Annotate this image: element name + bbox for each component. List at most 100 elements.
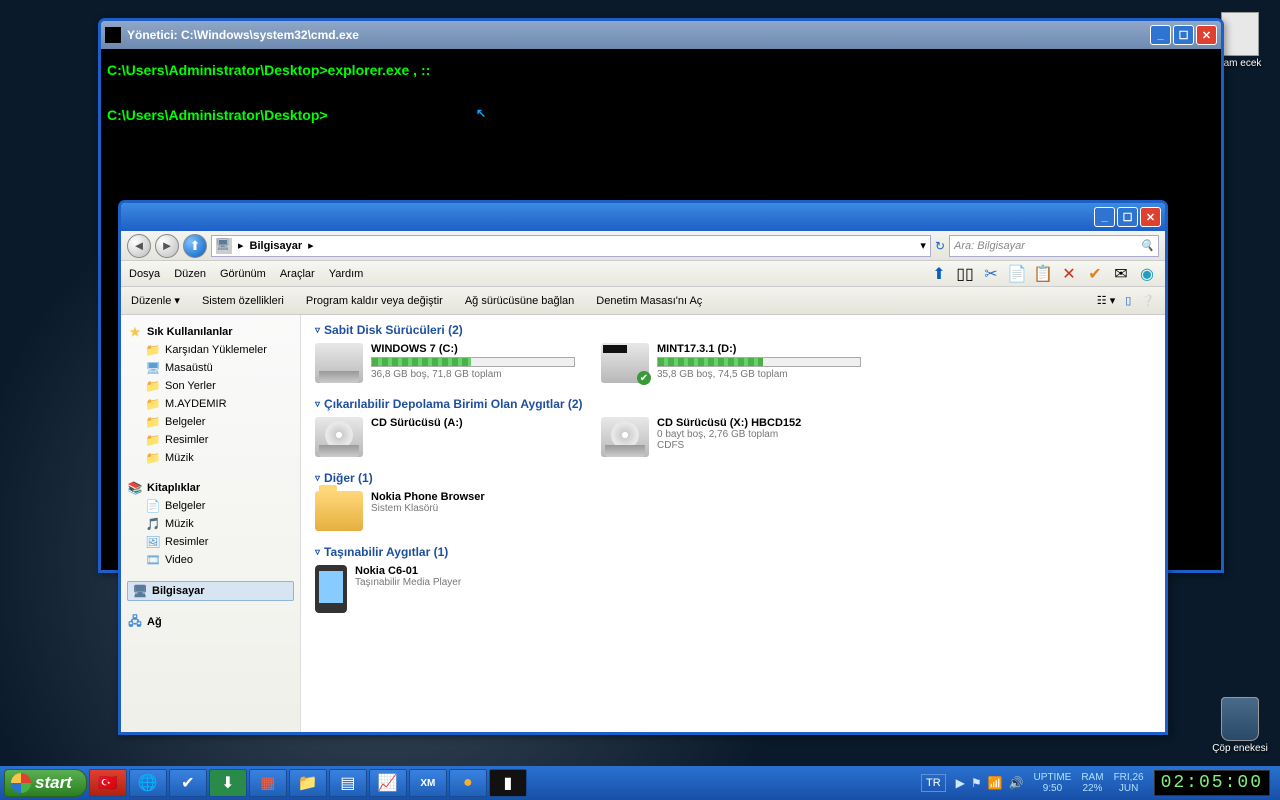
- folder-icon: 📁: [145, 397, 161, 411]
- help-button[interactable]: ❔: [1141, 294, 1155, 307]
- tray-flag-icon[interactable]: ⚑: [971, 776, 982, 790]
- date-widget: FRI,26JUN: [1114, 772, 1144, 794]
- search-placeholder: Ara: Bilgisayar: [954, 240, 1025, 252]
- close-button[interactable]: ✕: [1140, 207, 1161, 227]
- copy-icon[interactable]: 📄: [1007, 264, 1027, 284]
- check-icon[interactable]: ✔: [1085, 264, 1105, 284]
- sidebar-favorites-header[interactable]: ★Sık Kullanılanlar: [127, 323, 294, 341]
- tray-play-icon[interactable]: ▶: [956, 776, 965, 790]
- category-other-header[interactable]: Diğer (1): [315, 471, 1151, 485]
- close-button[interactable]: ✕: [1196, 25, 1217, 45]
- sidebar-item-documents[interactable]: 📁Belgeler: [127, 413, 294, 431]
- taskbar-app-2[interactable]: ✔: [169, 769, 207, 797]
- doc-icon: 📄: [145, 499, 161, 513]
- system-tray: TR ▶ ⚑ 📶 🔊 UPTIME9:50 RAM22% FRI,26JUN 0…: [921, 770, 1276, 796]
- delete-icon[interactable]: ✕: [1059, 264, 1079, 284]
- sidebar-item-pictures[interactable]: 📁Resimler: [127, 431, 294, 449]
- search-input[interactable]: Ara: Bilgisayar 🔍: [949, 235, 1159, 257]
- desktop-icon-recycle[interactable]: Çöp enekesi: [1210, 697, 1270, 754]
- drive-d[interactable]: MINT17.3.1 (D:) 35,8 GB boş, 74,5 GB top…: [601, 343, 861, 383]
- item-nokia-c6[interactable]: Nokia C6-01 Taşınabilir Media Player: [315, 565, 575, 613]
- mouse-cursor-icon: ↖: [476, 104, 486, 123]
- cut-icon[interactable]: ✂: [981, 264, 1001, 284]
- drive-a[interactable]: CD Sürücüsü (A:): [315, 417, 575, 457]
- taskbar-explorer[interactable]: 📁: [289, 769, 327, 797]
- computer-icon: 🖥: [132, 584, 148, 598]
- sidebar-lib-documents[interactable]: 📄Belgeler: [127, 497, 294, 515]
- menu-tools[interactable]: Araçlar: [280, 268, 315, 280]
- maximize-button[interactable]: ☐: [1117, 207, 1138, 227]
- refresh-button[interactable]: ↻: [935, 239, 945, 253]
- map-drive-button[interactable]: Ağ sürücüsüne bağlan: [465, 295, 574, 307]
- explorer-titlebar[interactable]: _ ☐ ✕: [121, 203, 1165, 231]
- breadcrumb-item[interactable]: Bilgisayar: [250, 240, 303, 252]
- item-name: Nokia C6-01: [355, 565, 575, 577]
- taskbar-app-6[interactable]: 📈: [369, 769, 407, 797]
- back-button[interactable]: ◄: [127, 234, 151, 258]
- minimize-button[interactable]: _: [1150, 25, 1171, 45]
- taskbar-app-1[interactable]: 🌐: [129, 769, 167, 797]
- up-icon[interactable]: ⬆: [929, 264, 949, 284]
- view-mode-button[interactable]: ☷ ▾: [1097, 294, 1115, 307]
- folder-icon: 📁: [145, 415, 161, 429]
- navigation-pane: ★Sık Kullanılanlar 📁Karşıdan Yüklemeler …: [121, 315, 301, 732]
- breadcrumb[interactable]: 🖥 ▸ Bilgisayar ▸ ▾: [211, 235, 931, 257]
- sidebar-computer[interactable]: 🖥Bilgisayar: [127, 581, 294, 601]
- sidebar-lib-videos[interactable]: 🎞Video: [127, 551, 294, 569]
- panel-icon[interactable]: ▯▯: [955, 264, 975, 284]
- shell-icon[interactable]: ◉: [1137, 264, 1157, 284]
- item-nokia-browser[interactable]: Nokia Phone Browser Sistem Klasörü: [315, 491, 575, 531]
- taskbar-app-5[interactable]: ▤: [329, 769, 367, 797]
- menu-file[interactable]: Dosya: [129, 268, 160, 280]
- uptime-widget: UPTIME9:50: [1034, 772, 1072, 794]
- control-panel-button[interactable]: Denetim Masası'nı Aç: [596, 295, 702, 307]
- windows-logo-icon: [11, 773, 31, 793]
- up-button[interactable]: ⬆: [183, 234, 207, 258]
- taskbar-app-3[interactable]: ⬇: [209, 769, 247, 797]
- sidebar-lib-pictures[interactable]: 🖼Resimler: [127, 533, 294, 551]
- maximize-button[interactable]: ☐: [1173, 25, 1194, 45]
- sidebar-item-recent[interactable]: 📁Son Yerler: [127, 377, 294, 395]
- mail-icon[interactable]: ✉: [1111, 264, 1131, 284]
- paste-icon[interactable]: 📋: [1033, 264, 1053, 284]
- cmd-titlebar[interactable]: Yönetici: C:\Windows\system32\cmd.exe _ …: [101, 21, 1221, 49]
- drive-name: CD Sürücüsü (X:) HBCD152: [657, 417, 861, 429]
- sidebar-item-desktop[interactable]: 🖥Masaüstü: [127, 359, 294, 377]
- drive-name: WINDOWS 7 (C:): [371, 343, 575, 355]
- taskbar-app-7[interactable]: ●: [449, 769, 487, 797]
- drive-c[interactable]: WINDOWS 7 (C:) 36,8 GB boş, 71,8 GB topl…: [315, 343, 575, 383]
- music-icon: 🎵: [145, 517, 161, 531]
- sidebar-item-music[interactable]: 📁Müzik: [127, 449, 294, 467]
- tray-volume-icon[interactable]: 🔊: [1009, 776, 1024, 790]
- minimize-button[interactable]: _: [1094, 207, 1115, 227]
- menu-view[interactable]: Görünüm: [220, 268, 266, 280]
- category-removable-header[interactable]: Çıkarılabilir Depolama Birimi Olan Aygıt…: [315, 397, 1151, 411]
- ram-widget: RAM22%: [1081, 772, 1103, 794]
- sidebar-libraries-header[interactable]: 📚Kitaplıklar: [127, 479, 294, 497]
- usage-bar: [371, 357, 575, 367]
- start-button[interactable]: start: [4, 769, 87, 797]
- taskbar-app-4[interactable]: ▦: [249, 769, 287, 797]
- sidebar-item-user[interactable]: 📁M.AYDEMIR: [127, 395, 294, 413]
- forward-button[interactable]: ►: [155, 234, 179, 258]
- sidebar-network[interactable]: 🖧Ağ: [127, 613, 294, 631]
- preview-pane-button[interactable]: ▯: [1125, 294, 1131, 307]
- taskbar-cmd[interactable]: ▮: [489, 769, 527, 797]
- system-properties-button[interactable]: Sistem özellikleri: [202, 295, 284, 307]
- taskbar-xmplay[interactable]: XM: [409, 769, 447, 797]
- menu-help[interactable]: Yardım: [329, 268, 364, 280]
- sidebar-item-downloads[interactable]: 📁Karşıdan Yüklemeler: [127, 341, 294, 359]
- taskbar: start 🇹🇷 🌐 ✔ ⬇ ▦ 📁 ▤ 📈 XM ● ▮ TR ▶ ⚑ 📶 🔊…: [0, 766, 1280, 800]
- drive-x[interactable]: CD Sürücüsü (X:) HBCD152 0 bayt boş, 2,7…: [601, 417, 861, 457]
- clock[interactable]: 02:05:00: [1154, 770, 1270, 796]
- sidebar-lib-music[interactable]: 🎵Müzik: [127, 515, 294, 533]
- category-hdd-header[interactable]: Sabit Disk Sürücüleri (2): [315, 323, 1151, 337]
- drive-sub: 36,8 GB boş, 71,8 GB toplam: [371, 369, 575, 380]
- menu-edit[interactable]: Düzen: [174, 268, 206, 280]
- language-indicator[interactable]: TR: [921, 774, 946, 792]
- category-portable-header[interactable]: Taşınabilir Aygıtlar (1): [315, 545, 1151, 559]
- tray-network-icon[interactable]: 📶: [988, 776, 1003, 790]
- uninstall-program-button[interactable]: Program kaldır veya değiştir: [306, 295, 443, 307]
- organize-button[interactable]: Düzenle ▾: [131, 294, 180, 307]
- taskbar-flag[interactable]: 🇹🇷: [89, 769, 127, 797]
